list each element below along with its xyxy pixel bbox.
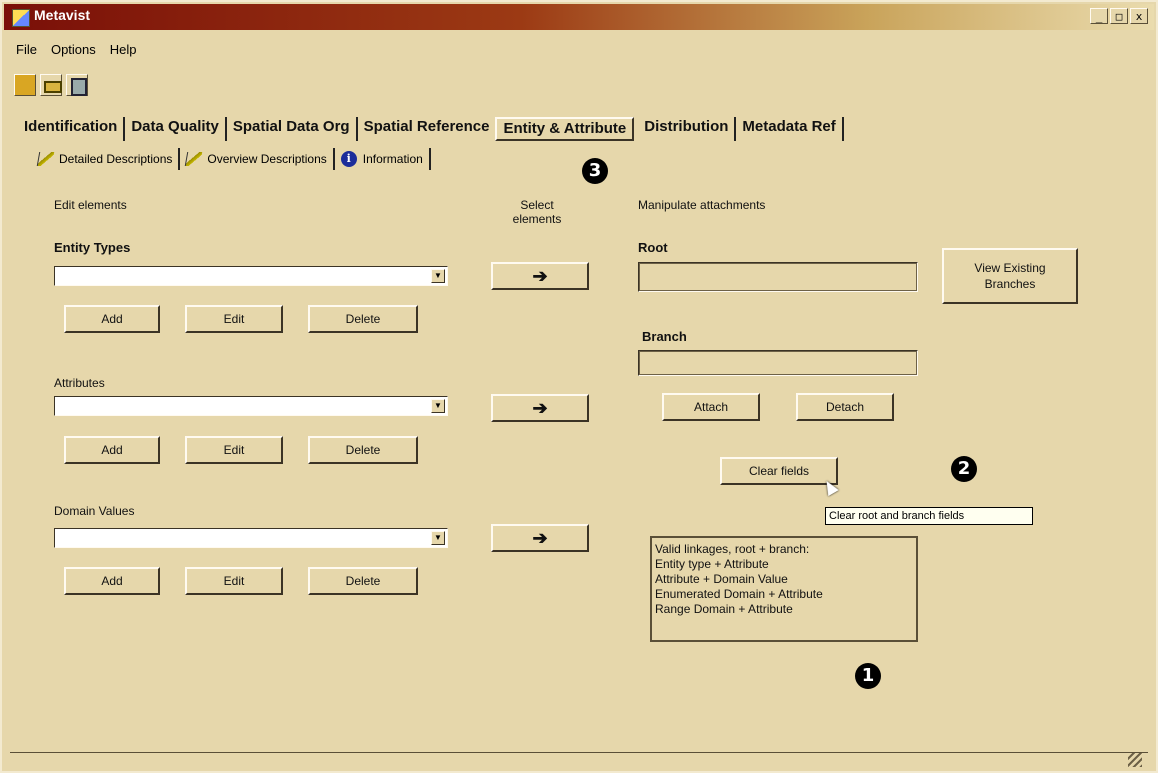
info-line: Valid linkages, root + branch: [655, 542, 810, 556]
select-header-line1: Select [520, 198, 554, 212]
attribute-edit-button[interactable]: Edit [185, 436, 283, 464]
entity-add-button[interactable]: Add [64, 305, 160, 333]
tab-distribution[interactable]: Distribution [638, 117, 737, 141]
chevron-down-icon[interactable]: ▼ [431, 399, 445, 413]
select-attribute-arrow-button[interactable]: ➔ [491, 394, 589, 422]
callout-1: 1 [855, 663, 881, 689]
title-bar: Metavist _ □ x [4, 4, 1154, 30]
detach-button[interactable]: Detach [796, 393, 894, 421]
app-icon [12, 9, 30, 27]
tab-spatial-data-org[interactable]: Spatial Data Org [227, 117, 358, 141]
subtab-overview-descriptions[interactable]: Overview Descriptions [180, 148, 335, 170]
clear-fields-tooltip: Clear root and branch fields [825, 507, 1033, 525]
branch-field[interactable] [638, 350, 918, 376]
menu-help[interactable]: Help [110, 42, 137, 57]
window-controls: _ □ x [1090, 8, 1148, 24]
entity-types-combo[interactable]: ▼ [54, 266, 448, 286]
minimize-button[interactable]: _ [1090, 8, 1108, 24]
subtab-label: Detailed Descriptions [59, 152, 173, 166]
info-icon: i [340, 151, 357, 167]
select-elements-header: Select elements [507, 198, 567, 226]
domain-delete-button[interactable]: Delete [308, 567, 418, 595]
callout-3: 3 [582, 158, 608, 184]
close-button[interactable]: x [1130, 8, 1148, 24]
open-folder-icon[interactable] [40, 74, 62, 96]
view-existing-line1: View Existing [974, 261, 1046, 275]
subtab-label: Information [362, 152, 423, 166]
view-existing-branches-button[interactable]: View Existing Branches [942, 248, 1078, 304]
select-domain-arrow-button[interactable]: ➔ [491, 524, 589, 552]
attribute-delete-button[interactable]: Delete [308, 436, 418, 464]
resize-grip-icon[interactable] [1128, 753, 1142, 767]
menu-file[interactable]: File [16, 42, 37, 57]
status-bar [10, 752, 1148, 771]
entity-delete-button[interactable]: Delete [308, 305, 418, 333]
view-existing-line2: Branches [984, 277, 1036, 291]
menu-options[interactable]: Options [51, 42, 96, 57]
attribute-add-button[interactable]: Add [64, 436, 160, 464]
entity-edit-button[interactable]: Edit [185, 305, 283, 333]
branch-label: Branch [642, 329, 687, 344]
tab-metadata-ref[interactable]: Metadata Ref [736, 117, 844, 141]
info-line: Attribute + Domain Value [655, 572, 788, 586]
sub-tabs: Detailed Descriptions Overview Descripti… [32, 148, 431, 170]
app-window: Metavist _ □ x File Options Help Identif… [0, 0, 1158, 773]
menu-bar: File Options Help [16, 42, 137, 57]
tab-identification[interactable]: Identification [24, 117, 126, 141]
subtab-label: Overview Descriptions [207, 152, 327, 166]
subtab-detailed-descriptions[interactable]: Detailed Descriptions [32, 148, 181, 170]
attributes-combo[interactable]: ▼ [54, 396, 448, 416]
main-tabs: Identification Data Quality Spatial Data… [24, 117, 844, 141]
callout-2: 2 [951, 456, 977, 482]
chevron-down-icon[interactable]: ▼ [431, 269, 445, 283]
pencil-icon [185, 152, 203, 166]
new-icon[interactable] [14, 74, 36, 96]
entity-types-label: Entity Types [54, 240, 131, 255]
attributes-label: Attributes [54, 376, 105, 390]
window-title: Metavist [34, 7, 91, 23]
manipulate-attachments-header: Manipulate attachments [638, 198, 766, 212]
pencil-icon [36, 152, 55, 166]
info-line: Entity type + Attribute [655, 557, 769, 571]
domain-edit-button[interactable]: Edit [185, 567, 283, 595]
valid-linkages-info: Valid linkages, root + branch: Entity ty… [650, 536, 918, 642]
maximize-button[interactable]: □ [1110, 8, 1128, 24]
tab-entity-attribute[interactable]: Entity & Attribute [495, 117, 635, 141]
info-line: Range Domain + Attribute [655, 602, 793, 616]
info-line: Enumerated Domain + Attribute [655, 587, 823, 601]
tab-data-quality[interactable]: Data Quality [125, 117, 227, 141]
tab-spatial-reference[interactable]: Spatial Reference [358, 117, 496, 141]
subtab-information[interactable]: i Information [335, 148, 431, 170]
root-field[interactable] [638, 262, 918, 292]
attach-button[interactable]: Attach [662, 393, 760, 421]
toolbar [14, 74, 88, 96]
domain-values-combo[interactable]: ▼ [54, 528, 448, 548]
domain-values-label: Domain Values [54, 504, 135, 518]
select-entity-arrow-button[interactable]: ➔ [491, 262, 589, 290]
domain-add-button[interactable]: Add [64, 567, 160, 595]
edit-elements-header: Edit elements [54, 198, 127, 212]
chevron-down-icon[interactable]: ▼ [431, 531, 445, 545]
clear-fields-button[interactable]: Clear fields [720, 457, 838, 485]
select-header-line2: elements [512, 212, 562, 226]
save-icon[interactable] [66, 74, 88, 96]
root-label: Root [638, 240, 668, 255]
